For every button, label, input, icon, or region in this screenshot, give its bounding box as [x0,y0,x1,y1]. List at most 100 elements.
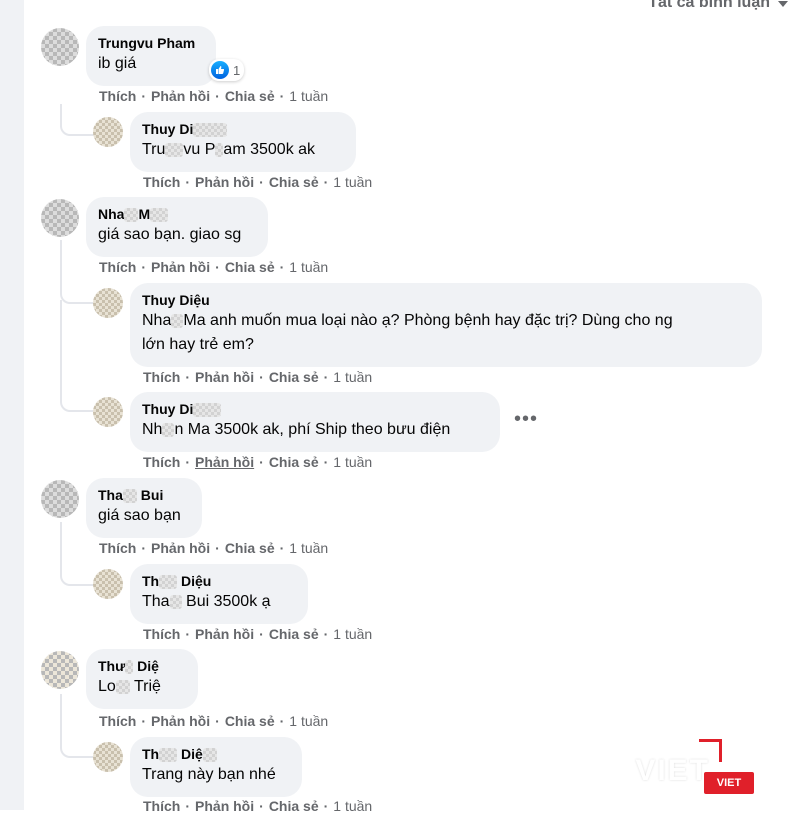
reaction-count: 1 [233,62,241,78]
comment-author[interactable]: Nha M [98,205,256,223]
reply-button[interactable]: Phản hồi [195,174,254,190]
avatar[interactable] [41,199,79,237]
like-button[interactable]: Thích [143,454,180,470]
comment-actions: Thích · Phản hồi · Chia sẻ · 1 tuần [99,540,329,556]
comment-time[interactable]: 1 tuần [289,88,328,104]
avatar[interactable] [41,480,79,518]
like-button[interactable]: Thích [99,88,136,104]
comment-author[interactable]: Thuy Di [142,400,488,418]
redacted-blur [159,748,178,763]
reply-button[interactable]: Phản hồi [195,369,254,385]
like-button[interactable]: Thích [143,174,180,190]
share-button[interactable]: Chia sẻ [269,626,319,642]
comment-text: ib giá [98,55,137,72]
reply-button[interactable]: Phản hồi [151,713,210,729]
reply-bubble: Thuy Di Nh n Ma 3500k ak, phí Ship theo b… [130,392,500,452]
thread-line [60,240,94,304]
avatar[interactable] [41,28,79,66]
comment-actions: Thích · Phản hồi · Chia sẻ · 1 tuần [143,454,373,470]
reply-button[interactable]: Phản hồi [195,454,254,470]
more-options-icon[interactable]: ••• [514,408,538,431]
thread-line [60,104,94,136]
comment-actions: Thích · Phản hồi · Chia sẻ · 1 tuần [143,174,373,190]
comment-text: Nh n Ma 3500k ak, phí Ship theo bưu điện [142,421,451,438]
redacted-blur [202,748,217,763]
comment-time[interactable]: 1 tuần [333,798,372,814]
thread-line [60,522,94,586]
comment-time[interactable]: 1 tuần [333,626,372,642]
comment-time[interactable]: 1 tuần [333,174,372,190]
comment-text: Trang này bạn nhé [142,766,276,783]
redacted-blur [193,123,228,138]
comment-text: giá sao bạn. giao sg [98,226,242,243]
thread-line [60,300,94,412]
comment-author[interactable]: Thuy Di [142,120,344,138]
comment-author[interactable]: Th Diệ [142,745,290,763]
comment-actions: Thích · Phản hồi · Chia sẻ · 1 tuần [99,88,329,104]
avatar[interactable] [93,117,123,147]
reply-button[interactable]: Phản hồi [151,88,210,104]
watermark-badge: VIET [704,772,754,794]
share-button[interactable]: Chia sẻ [225,259,275,275]
redacted-blur [159,575,178,590]
redacted-blur [124,208,139,223]
comment-time[interactable]: 1 tuần [333,369,372,385]
share-button[interactable]: Chia sẻ [225,88,275,104]
comment-bubble: Nha M giá sao bạn. giao sg [86,197,268,257]
share-button[interactable]: Chia sẻ [269,174,319,190]
like-button[interactable]: Thích [99,713,136,729]
redacted-blur [165,142,184,157]
share-button[interactable]: Chia sẻ [269,369,319,385]
reaction-summary[interactable]: 1 [209,59,245,81]
comment-author[interactable]: Th Diệu [142,572,296,590]
comment-actions: Thích · Phản hồi · Chia sẻ · 1 tuần [143,369,373,385]
reply-button[interactable]: Phản hồi [151,259,210,275]
comment-text: Nha Ma anh muốn mua loại nào ạ? Phòng bện… [142,312,673,353]
comment-time[interactable]: 1 tuần [289,713,328,729]
like-button[interactable]: Thích [99,540,136,556]
comment-text: Tru vu Pam 3500k ak [142,141,316,158]
avatar[interactable] [93,742,123,772]
comment-actions: Thích · Phản hồi · Chia sẻ · 1 tuần [143,626,373,642]
redacted-blur [122,489,137,504]
share-button[interactable]: Chia sẻ [269,454,319,470]
redacted-blur [171,313,184,328]
comment-time[interactable]: 1 tuần [289,540,328,556]
comment-time[interactable]: 1 tuần [289,259,328,275]
reply-bubble: Th Diệ Trang này bạn nhé [130,737,302,797]
comment-author[interactable]: Thư Diệ [98,657,186,675]
left-edge [0,0,24,810]
caret-down-icon [778,1,788,7]
comment-author[interactable]: Trungvu Pham [98,34,204,52]
reply-bubble: Th Diệu Tha Bui 3500k ạ [130,564,308,624]
share-button[interactable]: Chia sẻ [225,540,275,556]
comment-author[interactable]: Thuy Diệu [142,291,750,309]
like-button[interactable]: Thích [143,369,180,385]
avatar[interactable] [93,397,123,427]
reply-bubble: Thuy Di Tru vu Pam 3500k ak [130,112,356,172]
reply-bubble: Thuy Diệu Nha Ma anh muốn mua loại nào ạ?… [130,283,762,367]
comment-bubble: Trungvu Pham ib giá [86,26,216,86]
comment-time[interactable]: 1 tuần [333,454,372,470]
redacted-blur [162,422,175,437]
avatar[interactable] [93,288,123,318]
avatar[interactable] [41,651,79,689]
comment-bubble: Tha Bui giá sao bạn [86,478,202,538]
reply-button[interactable]: Phản hồi [195,798,254,814]
comment-actions: Thích · Phản hồi · Chia sẻ · 1 tuần [99,713,329,729]
like-button[interactable]: Thích [143,626,180,642]
comment-author[interactable]: Tha Bui [98,486,190,504]
comment-filter-dropdown[interactable]: Tất cả bình luận [648,0,788,12]
reply-button[interactable]: Phản hồi [195,626,254,642]
comment-actions: Thích · Phản hồi · Chia sẻ · 1 tuần [143,798,373,814]
like-button[interactable]: Thích [99,259,136,275]
like-button[interactable]: Thích [143,798,180,814]
reply-button[interactable]: Phản hồi [151,540,210,556]
share-button[interactable]: Chia sẻ [269,798,319,814]
thumbs-up-icon [211,61,229,79]
comment-filter-label: Tất cả bình luận [648,0,770,11]
redacted-blur [193,403,222,418]
share-button[interactable]: Chia sẻ [225,713,275,729]
avatar[interactable] [93,569,123,599]
comment-text: giá sao bạn [98,507,181,524]
